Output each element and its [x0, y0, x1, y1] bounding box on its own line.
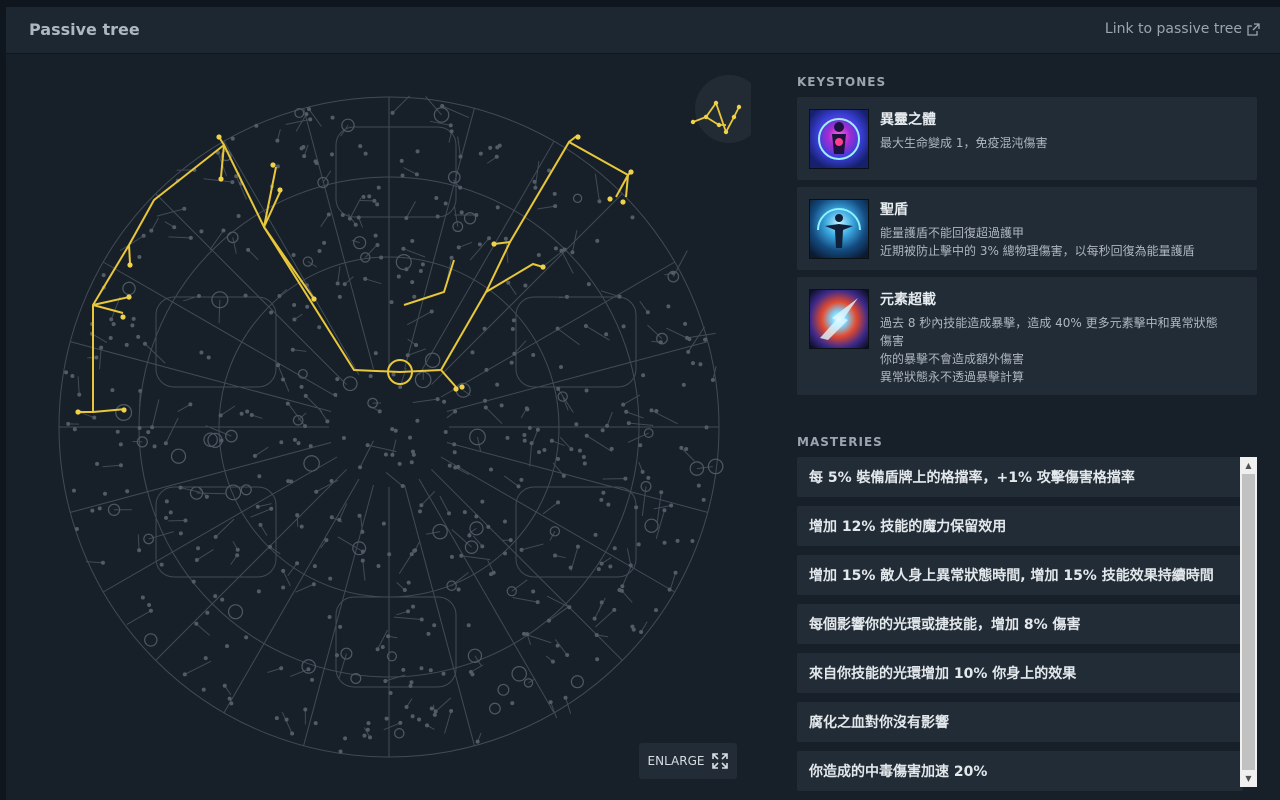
keystone-name: 聖盾	[880, 202, 908, 218]
keystone-description: 異常狀態永不透過暴擊計算	[880, 370, 1025, 384]
enlarge-label: ENLARGE	[647, 754, 705, 768]
masteries-heading: MASTERIES	[797, 435, 883, 449]
panel-header: Passive tree Link to passive tree	[6, 7, 1280, 54]
external-link-icon	[1247, 22, 1260, 36]
keystone-description: 過去 8 秒內技能造成暴擊，造成 40% 更多元素擊中和異常狀態	[880, 316, 1218, 330]
chaos-inoculation-icon	[809, 109, 869, 169]
enlarge-button[interactable]: ENLARGE	[639, 743, 737, 779]
keystone-description: 最大生命變成 1，免疫混沌傷害	[880, 136, 1048, 150]
scroll-down-arrow-icon[interactable]: ▼	[1240, 770, 1257, 787]
passive-tree-graph[interactable]	[26, 67, 751, 792]
masteries-list[interactable]: 每 5% 裝備盾牌上的格擋率，+1% 攻擊傷害格擋率 增加 12% 技能的魔力保…	[797, 457, 1243, 797]
divine-shield-icon	[809, 199, 869, 259]
keystones-heading: KEYSTONES	[797, 75, 887, 89]
expand-icon	[712, 753, 729, 769]
mastery-item[interactable]: 你造成的中毒傷害加速 20%	[797, 751, 1243, 791]
mastery-item[interactable]: 腐化之血對你沒有影響	[797, 702, 1243, 742]
keystone-name: 元素超載	[880, 292, 936, 308]
link-label: Link to passive tree	[1104, 21, 1242, 37]
mastery-item[interactable]: 來自你技能的光環增加 10% 你身上的效果	[797, 653, 1243, 693]
mastery-item[interactable]: 增加 12% 技能的魔力保留效用	[797, 506, 1243, 546]
keystone-description: 近期被防止擊中的 3% 總物理傷害，以每秒回復為能量護盾	[880, 244, 1195, 258]
mastery-item[interactable]: 每 5% 裝備盾牌上的格擋率，+1% 攻擊傷害格擋率	[797, 457, 1243, 497]
keystone-card: 異靈之體 最大生命變成 1，免疫混沌傷害	[797, 97, 1257, 180]
scroll-up-arrow-icon[interactable]: ▲	[1240, 457, 1257, 474]
scrollbar-thumb[interactable]	[1242, 474, 1255, 770]
keystone-card: 聖盾 能量護盾不能回復超過護甲 近期被防止擊中的 3% 總物理傷害，以每秒回復為…	[797, 187, 1257, 270]
elemental-overload-icon	[809, 289, 869, 349]
minimap-preview	[695, 75, 751, 143]
keystone-description: 能量護盾不能回復超過護甲	[880, 226, 1025, 240]
keystone-name: 異靈之體	[880, 112, 936, 128]
passive-tree-link[interactable]: Link to passive tree	[1105, 21, 1260, 37]
keystone-description: 你的暴擊不會造成額外傷害	[880, 352, 1025, 366]
mastery-item[interactable]: 每個影響你的光環或捷技能，增加 8% 傷害	[797, 604, 1243, 644]
mastery-item[interactable]: 增加 15% 敵人身上異常狀態時間, 增加 15% 技能效果持續時間	[797, 555, 1243, 595]
passive-tree-panel: Passive tree Link to passive tree ENLARG…	[6, 7, 1280, 800]
panel-title: Passive tree	[29, 20, 140, 39]
keystone-card: 元素超載 過去 8 秒內技能造成暴擊，造成 40% 更多元素擊中和異常狀態 傷害…	[797, 277, 1257, 395]
masteries-scrollbar[interactable]: ▲ ▼	[1240, 457, 1257, 787]
keystone-description: 傷害	[880, 334, 905, 348]
